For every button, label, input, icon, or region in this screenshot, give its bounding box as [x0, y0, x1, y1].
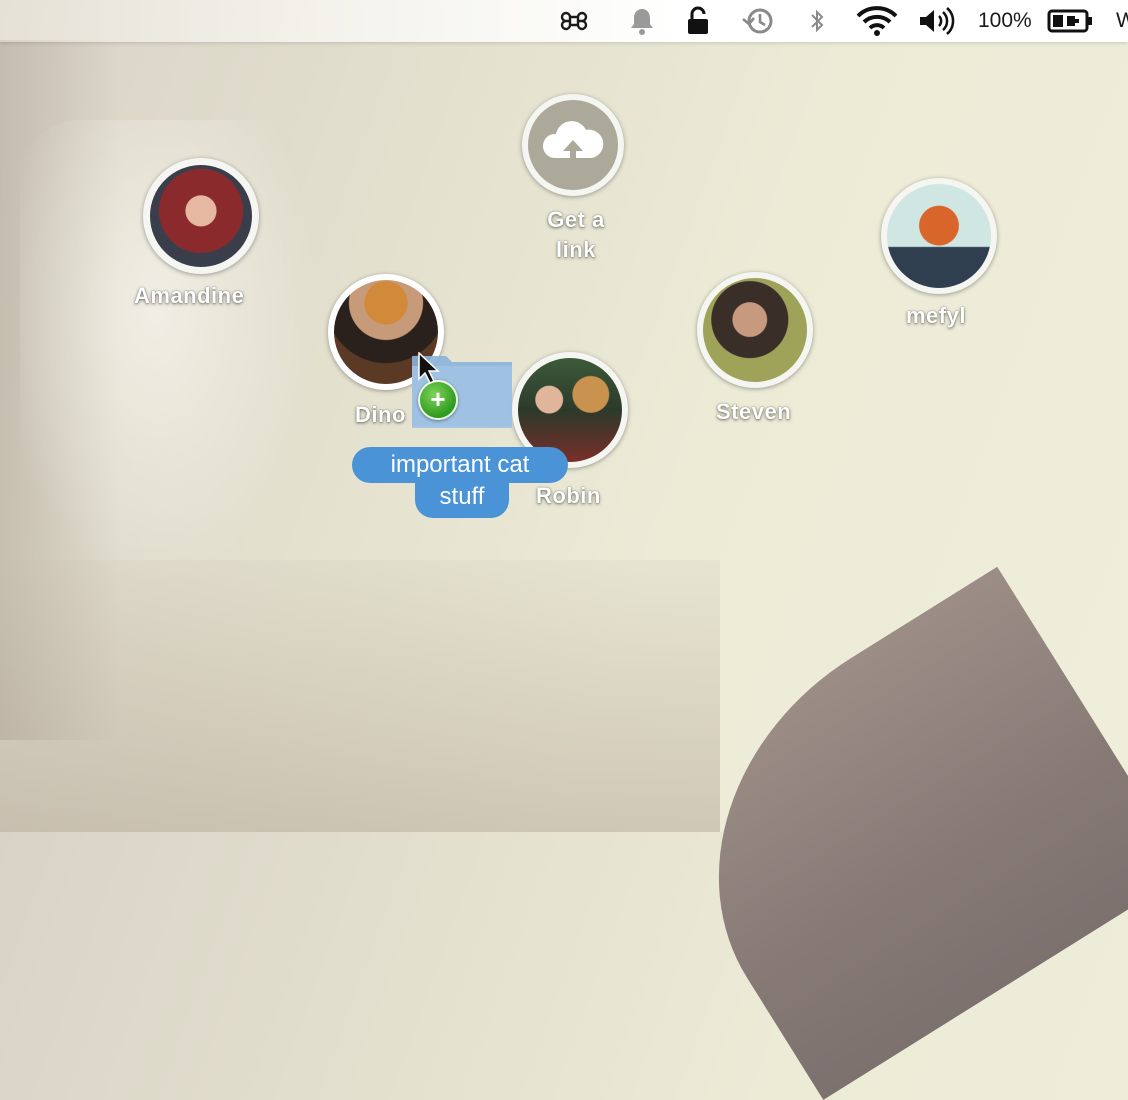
get-link-label: Get a link [547, 207, 605, 262]
contact-name: Amandine [134, 283, 245, 308]
amandine-avatar [150, 165, 252, 267]
bluetooth-icon[interactable] [802, 6, 832, 36]
contact-name: Dino [355, 402, 406, 427]
dragged-item-label: important cat [352, 447, 568, 483]
menubar-clock[interactable]: W [1116, 9, 1128, 33]
lock-icon[interactable] [682, 6, 714, 36]
dragged-item-label-continued: stuff [415, 480, 509, 518]
background-floor [0, 560, 720, 832]
cloud-upload-icon [528, 100, 618, 190]
contact-name: Robin [536, 483, 601, 508]
notification-bell-icon[interactable] [624, 6, 660, 36]
contact-name: mefyl [906, 303, 966, 328]
mefyl-avatar [887, 184, 991, 288]
volume-icon[interactable] [916, 6, 956, 36]
steven-avatar [703, 278, 807, 382]
contact-name: Steven [716, 399, 792, 424]
command-key-icon[interactable] [556, 6, 592, 36]
battery-icon[interactable] [1046, 6, 1096, 36]
wifi-icon[interactable] [854, 6, 900, 36]
battery-percentage[interactable]: 100% [978, 9, 1032, 33]
mouse-pointer-icon [418, 351, 440, 389]
time-machine-icon[interactable] [738, 6, 778, 36]
menu-bar: 100% W [0, 0, 1128, 42]
